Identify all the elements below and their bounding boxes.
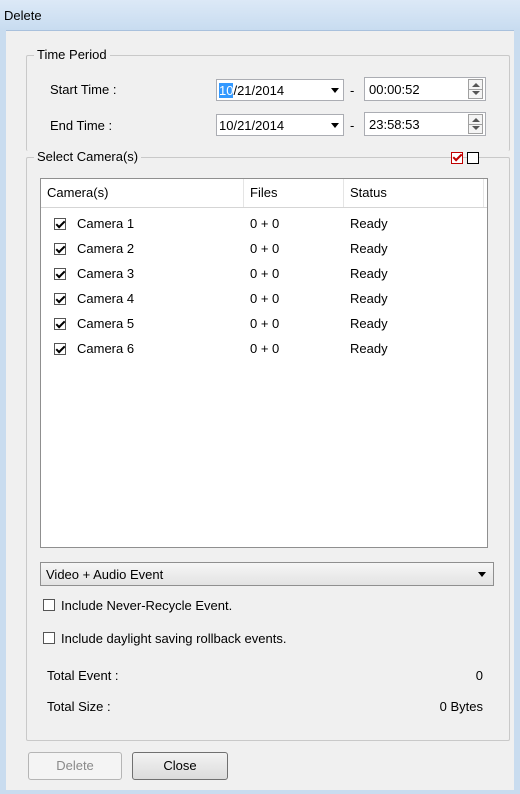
- close-button[interactable]: Close: [132, 752, 228, 780]
- daylight-checkbox[interactable]: [43, 632, 55, 644]
- camera-files: 0 + 0: [250, 316, 280, 331]
- end-date-picker[interactable]: 10/21/2014: [216, 114, 344, 136]
- table-row[interactable]: Camera 5 0 + 0 Ready: [41, 314, 487, 334]
- start-time-input[interactable]: 00:00:52: [364, 77, 486, 101]
- total-size-value: 0 Bytes: [439, 699, 483, 714]
- camera-name: Camera 3: [77, 266, 135, 281]
- camera-name: Camera 5: [77, 316, 135, 331]
- camera-status: Ready: [350, 341, 388, 356]
- camera-name: Camera 4: [77, 291, 135, 306]
- spinner-divider: [469, 89, 482, 90]
- table-row[interactable]: Camera 4 0 + 0 Ready: [41, 289, 487, 309]
- camera-checkbox[interactable]: [54, 243, 66, 255]
- column-header-camera[interactable]: Camera(s): [41, 179, 244, 207]
- start-date-text: /21/2014: [233, 83, 285, 98]
- camera-name: Camera 1: [77, 216, 135, 231]
- table-row[interactable]: Camera 6 0 + 0 Ready: [41, 339, 487, 359]
- camera-list-header: Camera(s) Files Status: [41, 179, 487, 208]
- select-all-button[interactable]: [451, 151, 463, 164]
- end-time-spinner[interactable]: [468, 114, 483, 134]
- end-date-text: 10/21/2014: [219, 118, 285, 133]
- camera-checkbox[interactable]: [54, 318, 66, 330]
- spin-down-icon[interactable]: [472, 126, 480, 130]
- camera-status: Ready: [350, 291, 388, 306]
- title-bar: Delete: [0, 0, 520, 31]
- start-separator: -: [350, 83, 355, 98]
- delete-button[interactable]: Delete: [28, 752, 122, 780]
- camera-checkbox[interactable]: [54, 218, 66, 230]
- window-title: Delete: [4, 8, 42, 23]
- chevron-down-icon[interactable]: [331, 123, 339, 128]
- column-header-files[interactable]: Files: [244, 179, 344, 207]
- camera-name: Camera 2: [77, 241, 135, 256]
- camera-status: Ready: [350, 316, 388, 331]
- camera-files: 0 + 0: [250, 216, 280, 231]
- table-row[interactable]: Camera 1 0 + 0 Ready: [41, 214, 487, 234]
- daylight-label[interactable]: Include daylight saving rollback events.: [61, 631, 286, 646]
- check-icon: [452, 151, 463, 162]
- never-recycle-label[interactable]: Include Never-Recycle Event.: [61, 598, 232, 613]
- end-time-value: 23:58:53: [369, 117, 420, 132]
- camera-files: 0 + 0: [250, 291, 280, 306]
- start-time-value: 00:00:52: [369, 82, 420, 97]
- spin-down-icon[interactable]: [472, 91, 480, 95]
- total-event-value: 0: [475, 668, 483, 683]
- end-separator: -: [350, 118, 355, 133]
- time-period-title: Time Period: [34, 47, 110, 62]
- camera-status: Ready: [350, 216, 388, 231]
- camera-name: Camera 6: [77, 341, 135, 356]
- chevron-down-icon[interactable]: [331, 88, 339, 93]
- start-date-month-selection[interactable]: 10: [219, 83, 234, 98]
- start-time-label: Start Time :: [50, 82, 117, 97]
- total-size-label: Total Size :: [47, 699, 111, 714]
- spinner-divider: [469, 124, 482, 125]
- spin-up-icon[interactable]: [472, 118, 480, 122]
- start-time-spinner[interactable]: [468, 79, 483, 99]
- camera-checkbox[interactable]: [54, 268, 66, 280]
- camera-status: Ready: [350, 266, 388, 281]
- chevron-down-icon[interactable]: [478, 572, 486, 577]
- camera-group-title: Select Camera(s): [34, 149, 142, 164]
- time-period-group: [26, 55, 510, 151]
- camera-files: 0 + 0: [250, 266, 280, 281]
- camera-status: Ready: [350, 241, 388, 256]
- event-type-value: Video + Audio Event: [46, 567, 164, 582]
- window-frame-bottom: [0, 790, 520, 794]
- camera-files: 0 + 0: [250, 241, 280, 256]
- table-row[interactable]: Camera 2 0 + 0 Ready: [41, 239, 487, 259]
- column-header-status[interactable]: Status: [344, 179, 484, 207]
- camera-checkbox[interactable]: [54, 293, 66, 305]
- event-type-dropdown[interactable]: Video + Audio Event: [40, 562, 494, 586]
- end-time-label: End Time :: [50, 118, 113, 133]
- deselect-all-button[interactable]: [467, 152, 479, 164]
- start-date-picker[interactable]: 10/21/2014: [216, 79, 344, 101]
- table-row[interactable]: Camera 3 0 + 0 Ready: [41, 264, 487, 284]
- total-event-label: Total Event :: [47, 668, 119, 683]
- window-frame-left: [0, 30, 6, 794]
- end-time-input[interactable]: 23:58:53: [364, 112, 486, 136]
- camera-checkbox[interactable]: [54, 343, 66, 355]
- never-recycle-checkbox[interactable]: [43, 599, 55, 611]
- spin-up-icon[interactable]: [472, 83, 480, 87]
- window-frame-right: [514, 30, 520, 794]
- camera-list[interactable]: Camera(s) Files Status Camera 1 0 + 0 Read…: [40, 178, 488, 548]
- camera-files: 0 + 0: [250, 341, 280, 356]
